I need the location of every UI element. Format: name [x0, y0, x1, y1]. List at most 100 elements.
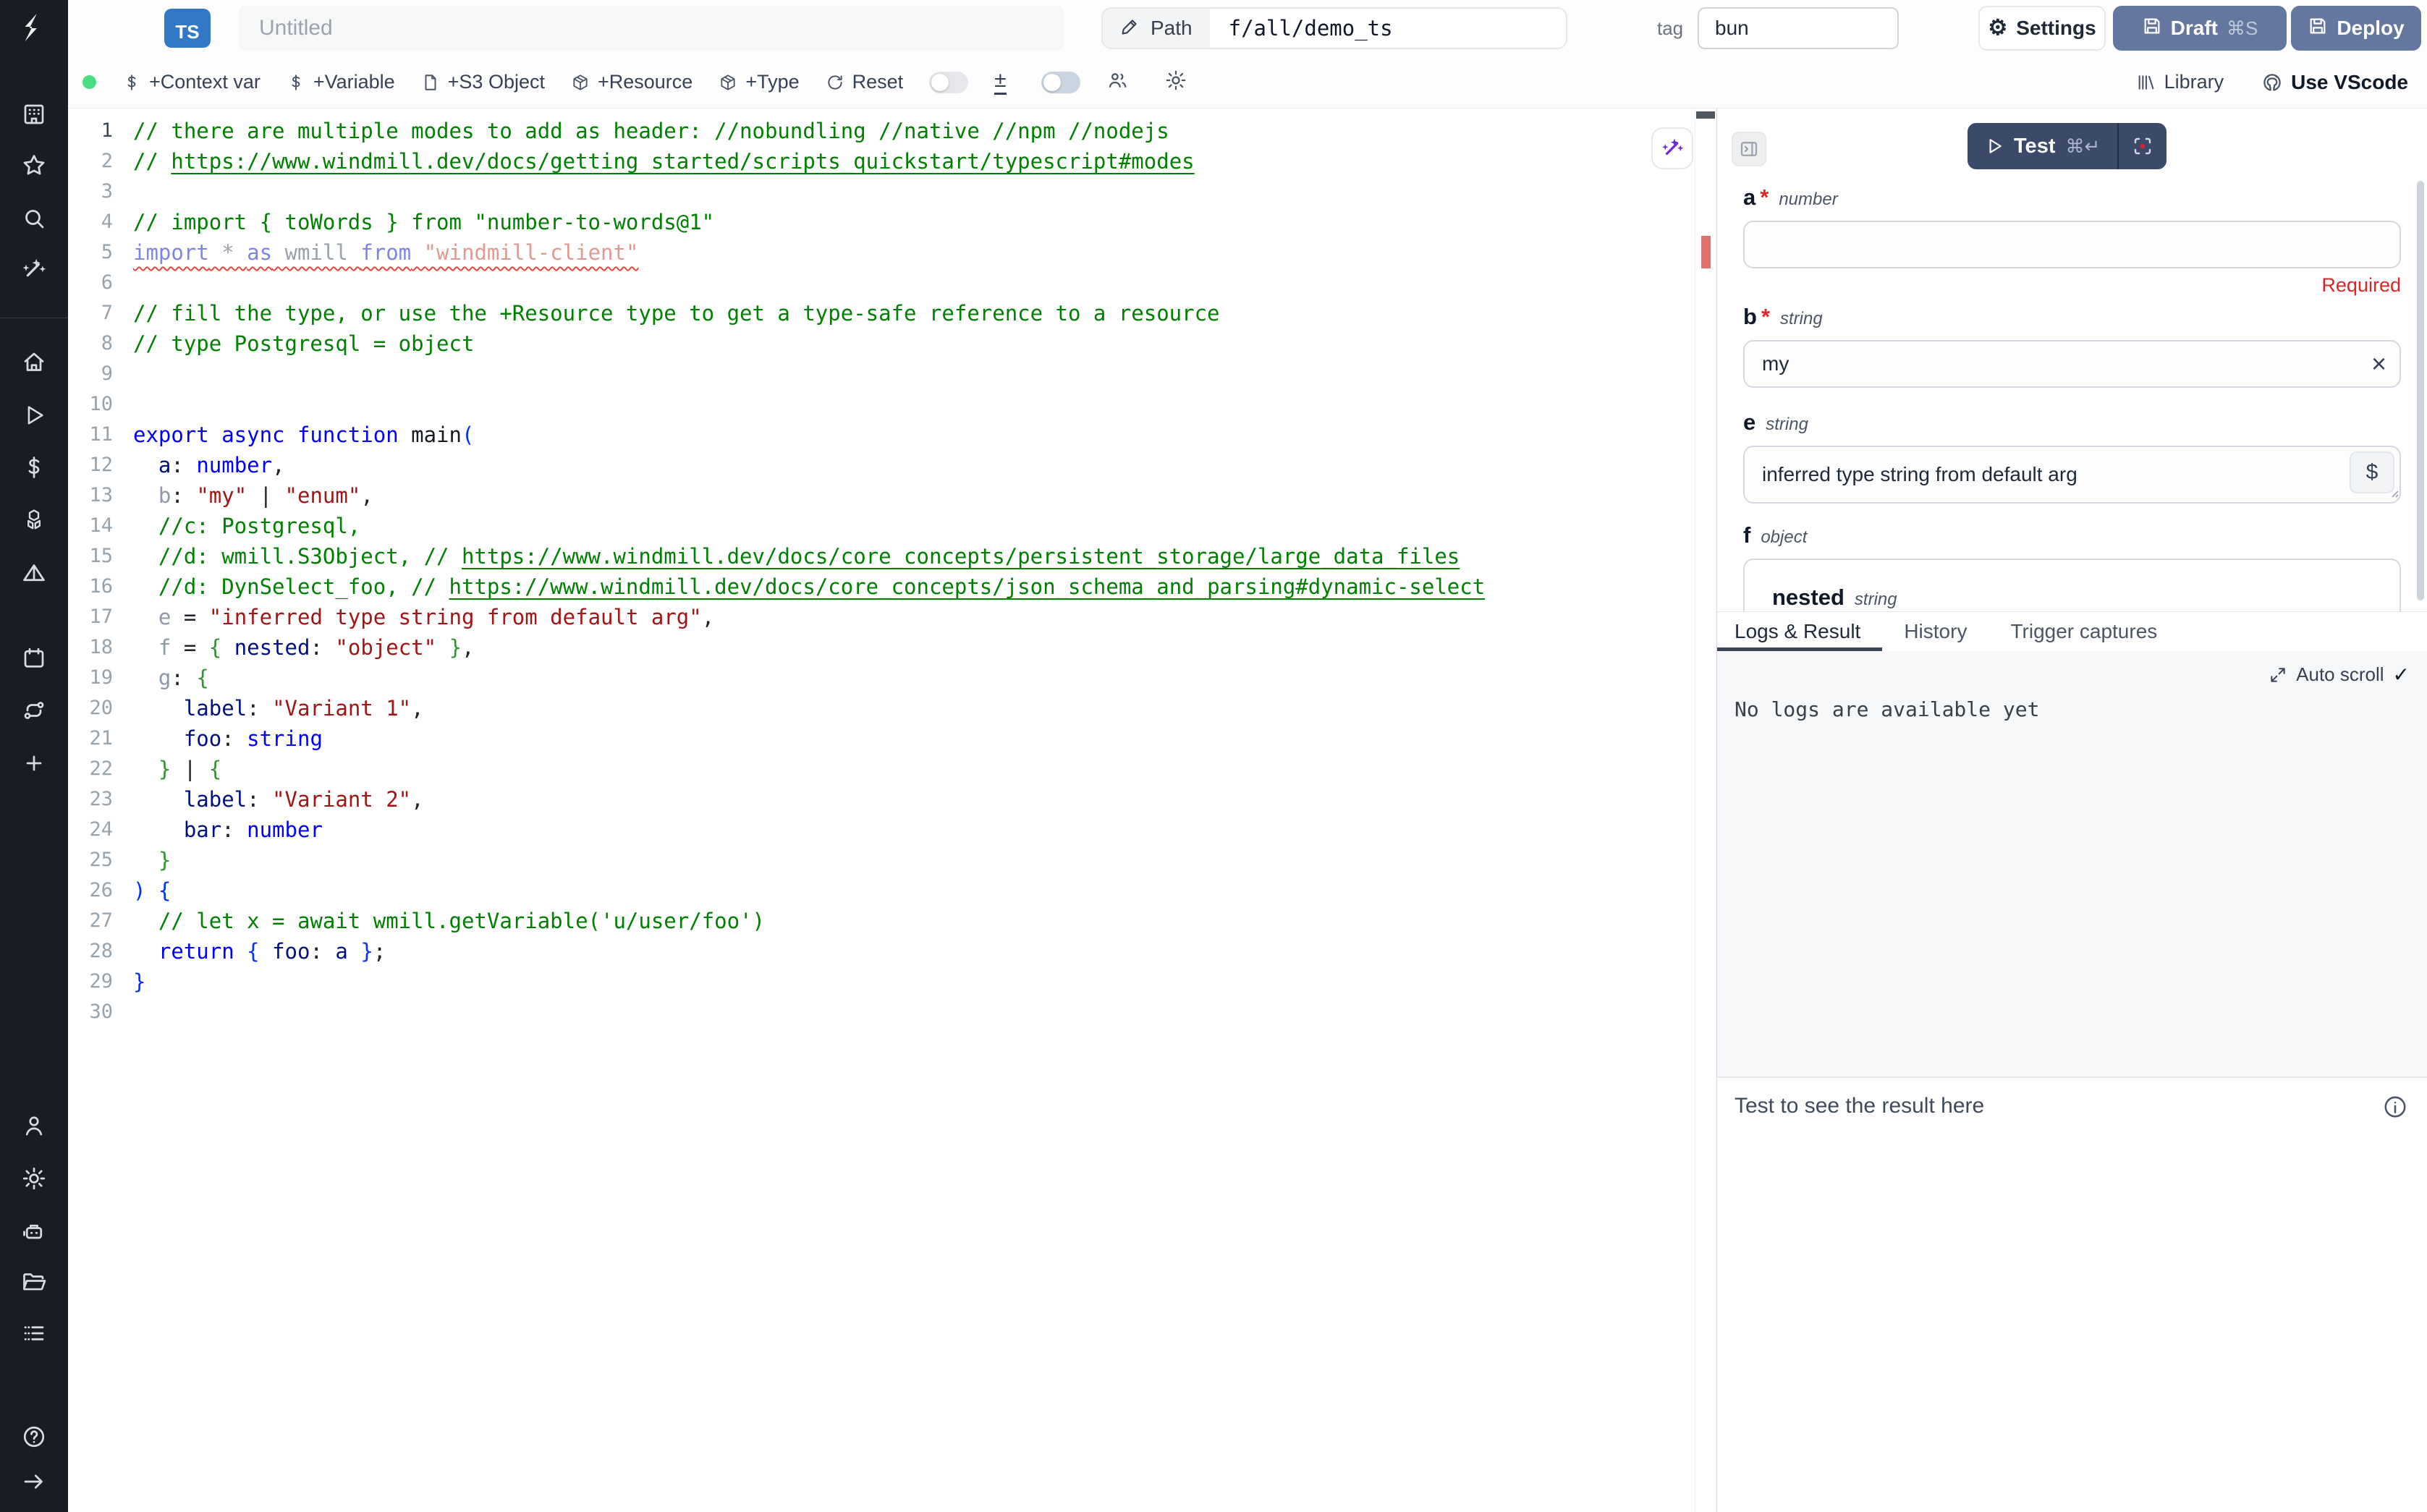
- code-line[interactable]: 28 return { foo: a };: [68, 936, 1716, 967]
- field-e-input-wrap: inferred type string from default arg $: [1743, 446, 2401, 504]
- add-resource-button[interactable]: +Resource: [571, 71, 692, 93]
- auto-scroll-control[interactable]: Auto scroll ✓: [2269, 663, 2410, 687]
- code-line[interactable]: 2// https://www.windmill.dev/docs/gettin…: [68, 146, 1716, 177]
- ai-wand-icon[interactable]: [17, 252, 51, 286]
- favorites-star-icon[interactable]: [17, 148, 51, 183]
- field-b-type: string: [1780, 309, 1823, 329]
- add-type-button[interactable]: +Type: [719, 71, 799, 93]
- code-line[interactable]: 30: [68, 997, 1716, 1027]
- resources-cubes-icon[interactable]: [17, 503, 51, 538]
- library-button[interactable]: Library: [2136, 71, 2224, 93]
- code-line[interactable]: 4// import { toWords } from "number-to-w…: [68, 207, 1716, 237]
- code-line[interactable]: 13 b: "my" | "enum",: [68, 480, 1716, 511]
- test-button[interactable]: Test ⌘↵: [1968, 123, 2117, 169]
- audit-logs-icon[interactable]: [17, 1316, 51, 1351]
- code-line[interactable]: 27 // let x = await wmill.getVariable('u…: [68, 906, 1716, 936]
- path-control[interactable]: Path f/all/demo_ts: [1101, 7, 1567, 49]
- user-icon[interactable]: [17, 1108, 51, 1143]
- field-b-input[interactable]: [1743, 340, 2401, 388]
- editor-settings-gear-icon[interactable]: [1164, 69, 1187, 95]
- code-line[interactable]: 11export async function main(: [68, 420, 1716, 450]
- code-line[interactable]: 8// type Postgresql = object: [68, 328, 1716, 359]
- windmill-script-editor: TS Path f/all/demo_ts tag ⚙ Settings: [0, 0, 2427, 1512]
- code-editor[interactable]: 1// there are multiple modes to add as h…: [68, 109, 1716, 1512]
- info-icon[interactable]: [2382, 1094, 2408, 1124]
- field-e-input[interactable]: inferred type string from default arg: [1743, 446, 2401, 504]
- code-line[interactable]: 25 }: [68, 845, 1716, 875]
- runs-play-icon[interactable]: [17, 398, 51, 433]
- collapse-arrow-icon[interactable]: [17, 1464, 51, 1499]
- required-star: *: [1760, 184, 1769, 211]
- home-icon[interactable]: [17, 345, 51, 380]
- field-a-input[interactable]: [1743, 221, 2401, 268]
- code-line[interactable]: 5import * as wmill from "windmill-client…: [68, 237, 1716, 268]
- settings-gear-icon[interactable]: [17, 1161, 51, 1196]
- code-line[interactable]: 19 g: {: [68, 663, 1716, 693]
- line-number: 3: [68, 177, 133, 207]
- add-context-var-button[interactable]: +Context var: [122, 71, 261, 93]
- tab-trigger-captures[interactable]: Trigger captures: [1988, 612, 2179, 651]
- help-icon[interactable]: [17, 1419, 51, 1454]
- multiplayer-toggle[interactable]: [1041, 72, 1080, 93]
- flows-route-icon[interactable]: [17, 693, 51, 728]
- tab-history[interactable]: History: [1882, 612, 1988, 651]
- code-line[interactable]: 20 label: "Variant 1",: [68, 693, 1716, 723]
- triggers-prism-icon[interactable]: [17, 556, 51, 590]
- code-line[interactable]: 1// there are multiple modes to add as h…: [68, 116, 1716, 146]
- insert-variable-chip[interactable]: $: [2350, 451, 2394, 493]
- deploy-button[interactable]: Deploy: [2291, 6, 2421, 51]
- settings-button[interactable]: ⚙ Settings: [1978, 6, 2106, 51]
- code-line[interactable]: 21 foo: string: [68, 723, 1716, 754]
- code-line[interactable]: 24 bar: number: [68, 815, 1716, 845]
- editor-scroll-decorations[interactable]: [1695, 109, 1716, 1512]
- code-line[interactable]: 29}: [68, 967, 1716, 997]
- code-line[interactable]: 18 f = { nested: "object" },: [68, 632, 1716, 663]
- code-text: //d: DynSelect_foo, // https://www.windm…: [133, 572, 1485, 602]
- search-icon[interactable]: [17, 201, 51, 236]
- use-vscode-label: Use VScode: [2291, 71, 2408, 94]
- code-line[interactable]: 14 //c: Postgresql,: [68, 511, 1716, 541]
- add-variable-button[interactable]: +Variable: [287, 71, 395, 93]
- code-line[interactable]: 17 e = "inferred type string from defaul…: [68, 602, 1716, 632]
- code-line[interactable]: 26) {: [68, 875, 1716, 906]
- form-scrollbar[interactable]: [2417, 181, 2424, 600]
- code-line[interactable]: 10: [68, 389, 1716, 420]
- script-summary-input[interactable]: [239, 6, 1064, 51]
- capture-test-button[interactable]: [2119, 123, 2166, 169]
- workers-robot-icon[interactable]: [17, 1214, 51, 1249]
- editor-toolbar: +Context var +Variable +S3 Object +Resou…: [68, 56, 2427, 109]
- collapse-panel-icon[interactable]: [1732, 132, 1766, 166]
- clear-icon[interactable]: ×: [2371, 351, 2386, 377]
- code-line[interactable]: 22 } | {: [68, 754, 1716, 784]
- code-line[interactable]: 16 //d: DynSelect_foo, // https://www.wi…: [68, 572, 1716, 602]
- code-line[interactable]: 15 //d: wmill.S3Object, // https://www.w…: [68, 541, 1716, 572]
- diff-mode-toggle[interactable]: [929, 72, 968, 93]
- line-number: 22: [68, 754, 133, 784]
- workspace-icon[interactable]: [17, 97, 51, 132]
- windmill-logo[interactable]: [17, 10, 51, 45]
- ai-assistant-button[interactable]: [1651, 127, 1693, 169]
- package-icon: [571, 73, 590, 92]
- code-line[interactable]: 12 a: number,: [68, 450, 1716, 480]
- code-line[interactable]: 6: [68, 268, 1716, 298]
- code-line[interactable]: 23 label: "Variant 2",: [68, 784, 1716, 815]
- editor-scrollbar-thumb[interactable]: [1696, 111, 1715, 119]
- code-line[interactable]: 7// fill the type, or use the +Resource …: [68, 298, 1716, 328]
- tab-logs-result[interactable]: Logs & Result: [1717, 612, 1882, 651]
- reset-button[interactable]: Reset: [826, 71, 904, 93]
- schedules-calendar-icon[interactable]: [17, 641, 51, 676]
- folders-icon[interactable]: [17, 1265, 51, 1299]
- variables-dollar-icon[interactable]: [17, 450, 51, 485]
- code-line[interactable]: 3: [68, 177, 1716, 207]
- draft-button[interactable]: Draft ⌘S: [2113, 6, 2287, 51]
- add-s3-object-button[interactable]: +S3 Object: [421, 71, 545, 93]
- use-vscode-button[interactable]: Use VScode: [2261, 71, 2408, 94]
- diff-icon: ±: [994, 69, 1006, 95]
- draft-button-label: Draft: [2171, 17, 2218, 40]
- plus-icon[interactable]: [17, 746, 51, 781]
- library-label: Library: [2164, 71, 2224, 93]
- code-line[interactable]: 9: [68, 359, 1716, 389]
- tag-input[interactable]: [1698, 7, 1899, 49]
- resize-handle[interactable]: [2389, 488, 2399, 501]
- code-text: return { foo: a };: [133, 936, 386, 967]
